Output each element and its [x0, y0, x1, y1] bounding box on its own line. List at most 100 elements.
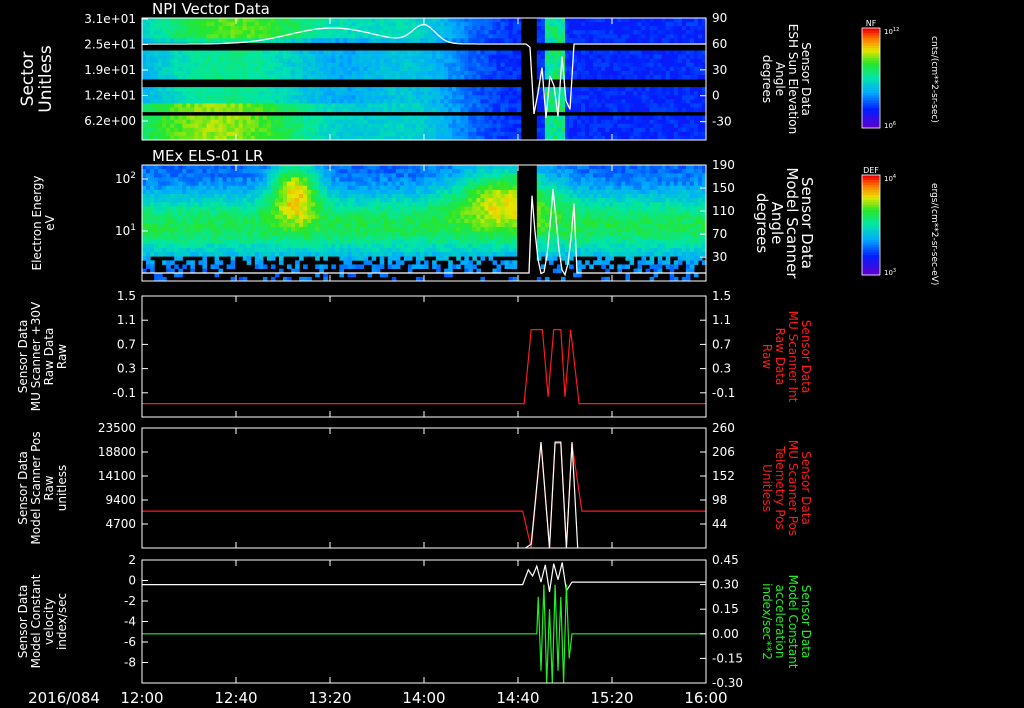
- right-tick-label: 152: [712, 469, 735, 483]
- left-tick-label: 1.9e+01: [84, 63, 136, 77]
- right-tick-label: 0.30: [712, 578, 739, 592]
- spectrogram-panel-2: [142, 165, 707, 282]
- right-tick-label: 110: [712, 204, 735, 218]
- left-tick-label: -8: [124, 656, 136, 670]
- time-tick-label: 13:20: [308, 689, 351, 707]
- colorbar-top-label: 1012: [884, 27, 899, 36]
- label-line: degrees: [753, 193, 771, 254]
- panel-frame-4: [141, 427, 707, 549]
- right-axis-label-5: Sensor DataModel Constantaccelerationind…: [760, 575, 813, 669]
- colorbar-unit: ergs/(cm**2-sr-sec-eV): [929, 183, 939, 285]
- label-line: Model Constant: [29, 574, 43, 668]
- left-axis-label-3: Sensor DataMU Scanner +30VRaw DataRaw: [16, 301, 69, 411]
- panel-frame-3: [141, 295, 707, 418]
- left-tick-label: 0.3: [117, 362, 136, 376]
- tick-exponent: 3: [893, 268, 896, 274]
- tick-exponent: 4: [893, 174, 896, 180]
- label-line: MU Scanner Pos: [786, 440, 800, 536]
- label-line: Sensor Data: [16, 451, 30, 525]
- right-tick-label: 98: [712, 493, 727, 507]
- right-axis-label-4: Sensor DataMU Scanner PosTelemetry PosUn…: [760, 440, 813, 536]
- right-tick-label: 44: [712, 517, 727, 531]
- colorbar-2: [862, 175, 880, 276]
- right-tick-label: 0.15: [712, 602, 739, 616]
- right-tick-label: 190: [712, 158, 735, 172]
- label-line: Raw: [42, 475, 56, 500]
- right-tick-label: -0.30: [712, 676, 743, 690]
- right-tick-label: 60: [712, 37, 727, 51]
- left-tick-label: 102: [115, 171, 136, 186]
- left-tick-label: 0.7: [117, 337, 136, 351]
- left-axis-label-5: Sensor DataModel Constantvelocityindex/s…: [16, 574, 69, 668]
- date-label: 2016/084: [28, 689, 100, 707]
- label-line: Sensor Data: [799, 585, 813, 659]
- label-line: Raw Data: [42, 328, 56, 386]
- right-tick-label: -30: [712, 115, 732, 129]
- label-line: Unitless: [36, 45, 56, 113]
- left-tick-label: 1.1: [117, 313, 136, 327]
- time-tick-label: 15:20: [590, 689, 633, 707]
- mission-data-plot: 2016/084 NPI Vector Data 3.1e+01 2.5e+01 1.…: [16, 0, 939, 707]
- right-tick-label: -0.1: [712, 386, 735, 400]
- tick-exponent: 12: [893, 27, 899, 33]
- time-tick-label: 14:00: [402, 689, 445, 707]
- colorbar-1: [862, 28, 880, 129]
- panel-title-2: MEx ELS-01 LR: [152, 147, 263, 165]
- tick-exponent: 1: [130, 223, 136, 233]
- series-line-4-2: [525, 441, 579, 549]
- left-tick-label: 6.2e+00: [84, 114, 136, 128]
- right-tick-label: 206: [712, 445, 735, 459]
- left-tick-label: 9400: [105, 493, 136, 507]
- right-tick-label: 150: [712, 181, 735, 195]
- label-line: Raw Data: [773, 328, 787, 386]
- label-line: Raw: [760, 344, 774, 369]
- left-tick-label: 2: [128, 553, 136, 567]
- label-line: Sensor Data: [16, 585, 30, 659]
- left-tick-label: -6: [124, 635, 136, 649]
- label-line: Sensor Data: [799, 42, 813, 116]
- tick-exponent: 2: [130, 171, 136, 181]
- series-line-3-1: [142, 329, 706, 405]
- left-tick-label: -4: [124, 615, 136, 629]
- colorbar-unit: cnts/(cm**2-sr-sec): [929, 36, 939, 123]
- left-tick-label: 14100: [98, 469, 136, 483]
- left-tick-label: 18800: [98, 445, 136, 459]
- label-line: Angle: [773, 62, 787, 96]
- left-tick-label: -0.1: [113, 386, 136, 400]
- colorbar-bottom-label: 103: [884, 268, 896, 277]
- time-tick-label: 16:00: [684, 689, 727, 707]
- right-axis-label-2: Sensor DataModel ScannerAngledegrees: [753, 167, 816, 279]
- label-line: Sector: [18, 52, 38, 107]
- series-line-5-1: [142, 562, 706, 593]
- right-tick-label: 90: [712, 11, 727, 25]
- left-axis-label-4: Sensor DataModel Scanner PosRawunitless: [16, 431, 69, 544]
- label-line: Sensor Data: [16, 320, 30, 394]
- left-tick-label: 1.5: [117, 289, 136, 303]
- label-line: Raw: [55, 344, 69, 369]
- label-line: unitless: [55, 465, 69, 511]
- left-tick-label: 23500: [98, 421, 136, 435]
- colorbar-tag: DEF: [863, 166, 879, 175]
- label-line: Sensor Data: [799, 320, 813, 394]
- label-line: Unitless: [760, 464, 774, 512]
- left-tick-label: 3.1e+01: [84, 12, 136, 26]
- time-tick-label: 12:00: [120, 689, 163, 707]
- label-line: Electron Energy: [30, 175, 44, 270]
- label-line: Sensor Data: [799, 451, 813, 525]
- label-line: index/sec: [55, 593, 69, 650]
- right-tick-label: 30: [712, 250, 727, 264]
- right-axis-label-1: Sensor DataESH Sun ElevationAngledegrees: [760, 24, 813, 134]
- right-tick-label: 70: [712, 227, 727, 241]
- right-tick-label: 260: [712, 421, 735, 435]
- left-tick-label: -2: [124, 594, 136, 608]
- label-line: ESH Sun Elevation: [786, 24, 800, 134]
- panel-frame-5: [141, 559, 707, 684]
- right-tick-label: 1.5: [712, 289, 731, 303]
- left-tick-label: 2.5e+01: [84, 38, 136, 52]
- left-tick-label: 4700: [105, 517, 136, 531]
- spectrogram-panel-1: [142, 18, 707, 141]
- colorbar-top-label: 104: [884, 174, 896, 183]
- label-line: Telemetry Pos: [773, 445, 787, 529]
- label-line: velocity: [42, 598, 56, 645]
- series-line-4-1: [142, 442, 706, 549]
